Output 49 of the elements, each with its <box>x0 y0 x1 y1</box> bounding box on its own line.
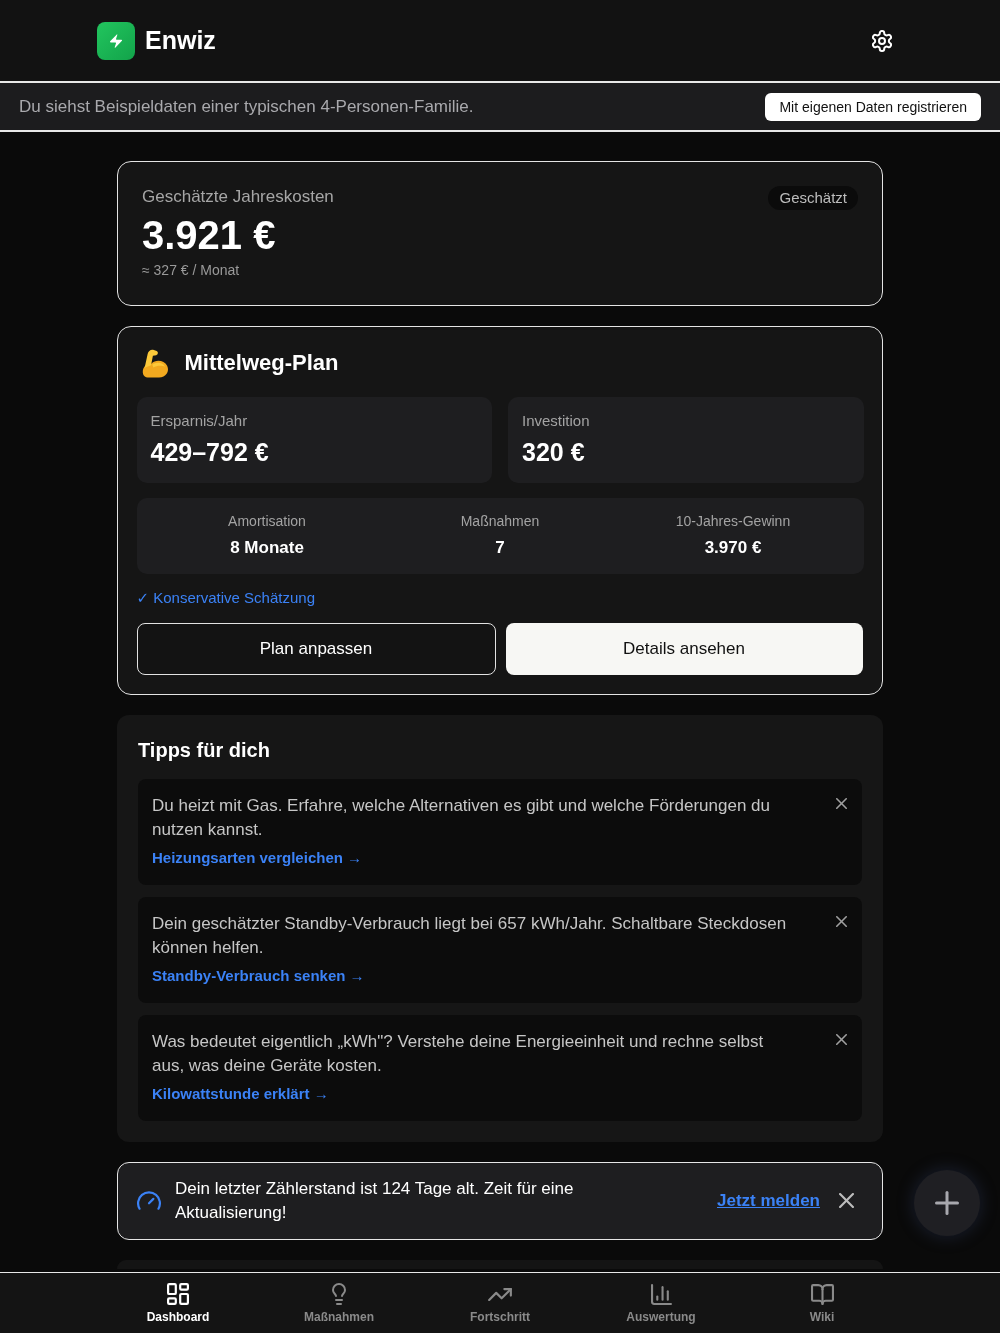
report-link[interactable]: Jetzt melden <box>717 1190 820 1211</box>
metric-label: Investition <box>522 411 591 431</box>
stat-label: Maßnahmen <box>460 512 540 531</box>
lightbulb-icon <box>332 1283 346 1305</box>
stat-label: 10-Jahres-Gewinn <box>675 512 791 531</box>
metric-value: 429–792 € <box>150 437 270 467</box>
nav-tab[interactable]: Wiki <box>741 1273 903 1333</box>
lightning-icon <box>97 21 135 60</box>
demo-notice: Du siehst Beispieldaten einer typischen 4-Personen-Familie. <box>19 96 474 117</box>
nav-tab[interactable]: Maßnahmen <box>258 1273 420 1333</box>
metric-value: 320 € <box>522 437 586 467</box>
stat-value: 8 Monate <box>229 537 305 559</box>
tip-text: Dein geschätzter Standby-Verbrauch liegt bei 657 kWh/Jahr. Schaltbare Steckdosen können helfen. <box>152 912 788 959</box>
bar-chart-icon <box>650 1283 672 1305</box>
estimate-badge: Geschätzt <box>768 186 858 210</box>
gauge-icon <box>137 1191 161 1210</box>
details-button[interactable]: Details ansehen <box>505 623 863 675</box>
tip-link[interactable]: Standby-Verbrauch senken → <box>152 965 365 986</box>
grid-icon <box>167 1283 189 1305</box>
tip-link[interactable]: Heizungsarten vergleichen → <box>152 847 363 868</box>
tips-title: Tipps für dich <box>138 737 271 763</box>
metric-label: Ersparnis/Jahr <box>150 411 249 431</box>
stat-value: 3.970 € <box>703 537 763 559</box>
app-name: Enwiz <box>145 26 216 55</box>
nav-tab[interactable]: Fortschritt <box>419 1273 581 1333</box>
close-icon[interactable] <box>839 1193 854 1208</box>
estimate-note: ✓ Konservative Schätzung <box>136 588 315 608</box>
annual-cost: 3.921 € <box>142 212 277 258</box>
monthly-cost: ≈ 327 € / Monat <box>142 261 241 279</box>
stat-value: 7 <box>494 537 506 559</box>
reminder-text: Dein letzter Zählerstand ist 124 Tage alt. Zeit für eine Aktualisierung! <box>175 1177 575 1224</box>
book-icon <box>810 1283 834 1305</box>
flexed-arm-icon <box>140 348 171 378</box>
tip-text: Was bedeutet eigentlich „kWh"? Verstehe deine Energieeinheit und rechne selbst aus, was deine Geräte kosten. <box>152 1030 765 1077</box>
close-icon[interactable] <box>836 915 847 927</box>
register-button[interactable]: Mit eigenen Daten registrieren <box>765 92 981 121</box>
adjust-plan-button[interactable]: Plan anpassen <box>136 623 496 675</box>
plan-title: Mittelweg-Plan <box>184 350 339 376</box>
close-icon[interactable] <box>836 797 847 809</box>
nav-tab[interactable]: Auswertung <box>580 1273 742 1333</box>
nav-tab[interactable]: Dashboard <box>97 1273 259 1333</box>
tip-link[interactable]: Kilowattstunde erklärt → <box>152 1083 329 1104</box>
plus-icon <box>935 1191 959 1215</box>
trending-up-icon <box>488 1287 512 1301</box>
tip-text: Du heizt mit Gas. Erfahre, welche Alternativen es gibt und welche Förderungen du nutzen kannst. <box>152 794 771 841</box>
stat-label: Amortisation <box>228 512 306 531</box>
cost-label: Geschätzte Jahreskosten <box>142 186 334 208</box>
close-icon[interactable] <box>836 1033 847 1045</box>
settings-icon[interactable] <box>872 29 892 52</box>
